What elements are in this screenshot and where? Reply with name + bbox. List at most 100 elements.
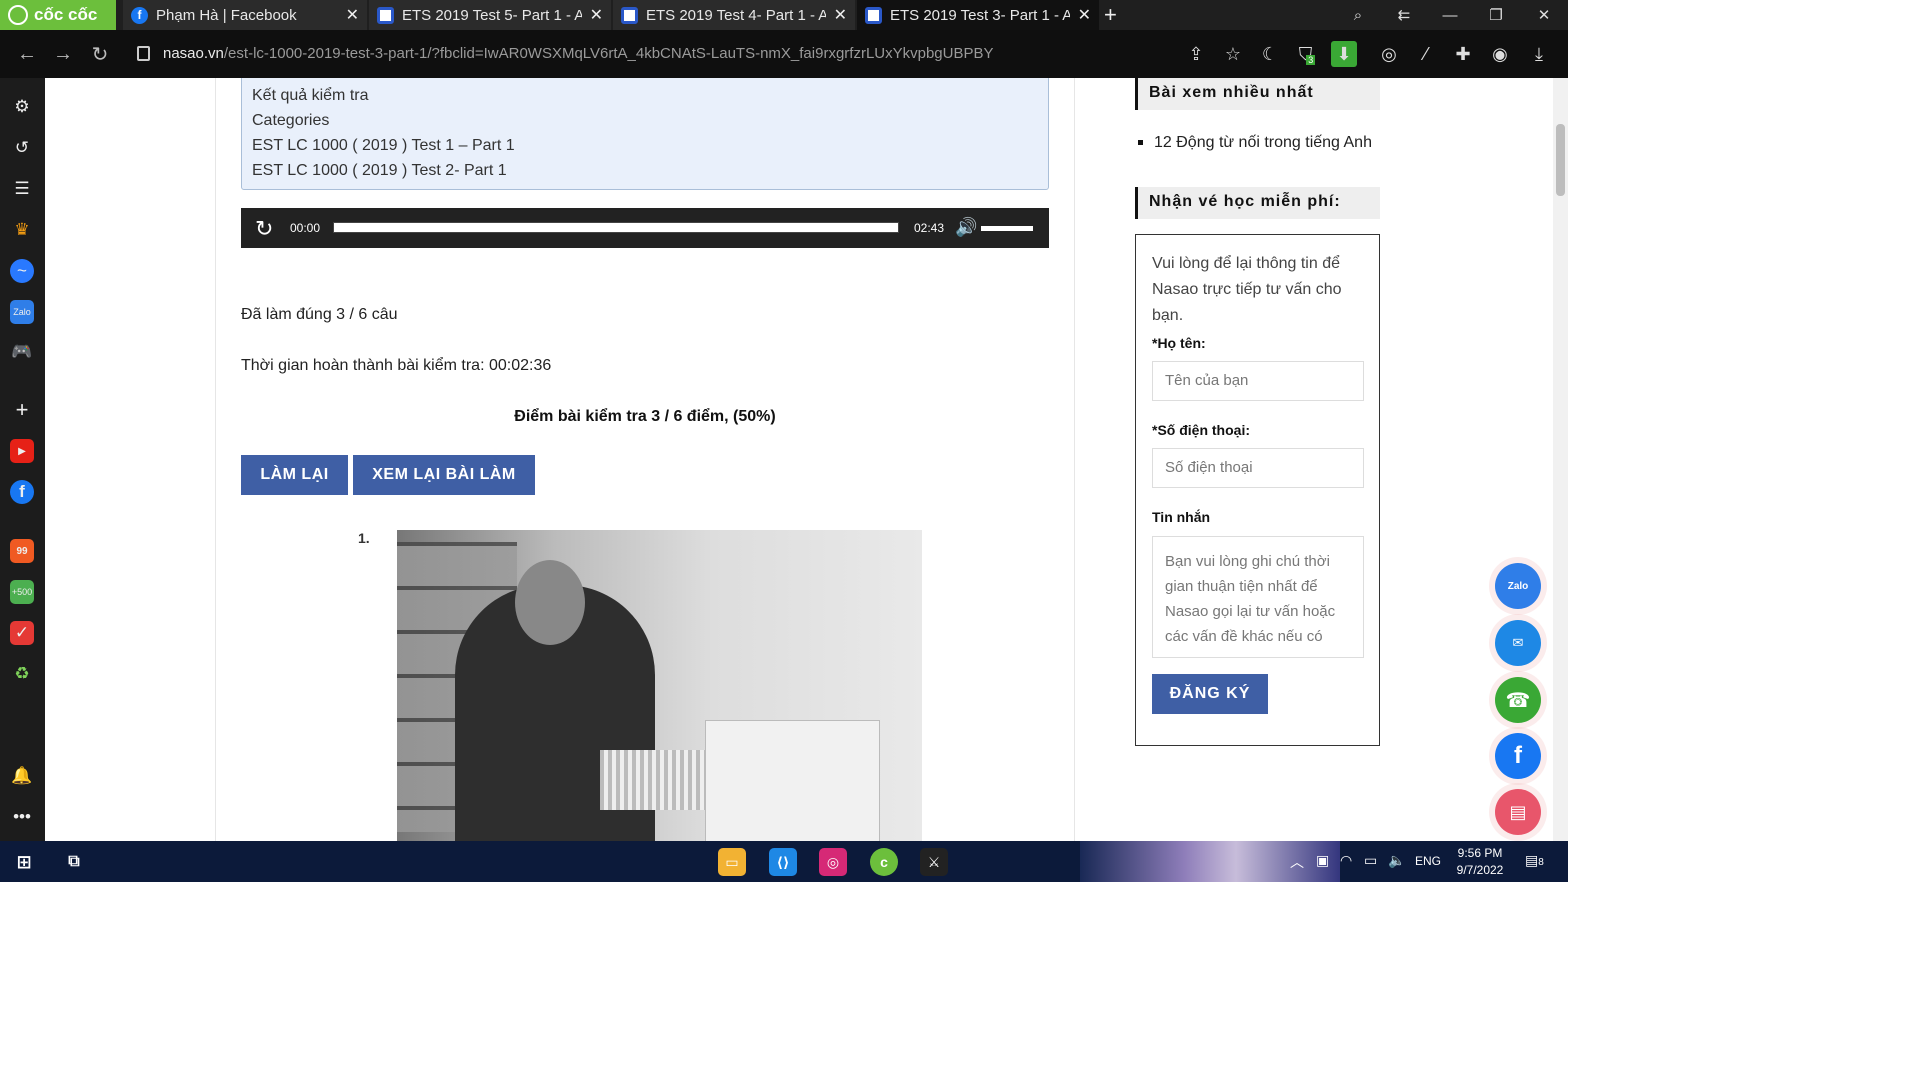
vscode-icon[interactable]: ⟨⟩ — [769, 848, 797, 876]
reload-icon[interactable]: ↻ — [86, 40, 114, 68]
popular-posts-title: Bài xem nhiều nhất — [1135, 78, 1380, 110]
volume-slider[interactable] — [981, 226, 1033, 231]
message-label: Tin nhắn — [1152, 509, 1211, 525]
content-border-right — [1074, 78, 1075, 841]
windows-taskbar: ⊞ ⧉ ▭ ⟨⟩ ◎ c ⚔ ︿ ▣ ◠ ▭ 🔈 ENG 9:56 PM 9/7… — [0, 841, 1568, 882]
coupon-icon[interactable]: +500 — [10, 580, 34, 604]
clock-time: 9:56 PM — [1457, 846, 1503, 860]
shopee-icon[interactable]: 99 — [10, 539, 34, 563]
zalo-icon[interactable]: Zalo — [10, 300, 34, 324]
name-label: *Họ tên: — [1152, 335, 1206, 351]
messenger-icon[interactable]: ~ — [10, 259, 34, 283]
tab-ets-test-3[interactable]: ETS 2019 Test 3- Part 1 - Anh ✕ — [857, 0, 1099, 30]
browser-toolbar: ← → ↻ nasao.vn/est-lc-1000-2019-test-3-p… — [0, 30, 1568, 78]
action-center-icon[interactable]: ▤8 — [1525, 852, 1544, 869]
minimize-icon[interactable]: — — [1430, 0, 1470, 30]
downloads-icon[interactable]: ⤓ — [1526, 41, 1552, 67]
file-explorer-icon[interactable]: ▭ — [718, 848, 746, 876]
register-button[interactable]: ĐĂNG KÝ — [1152, 674, 1268, 714]
battery-icon[interactable]: ▭ — [1364, 852, 1377, 869]
brand-label: cốc cốc — [34, 5, 98, 24]
phone-input[interactable]: Số điện thoại — [1152, 448, 1364, 488]
tab-search-icon[interactable]: ⌕ — [1338, 0, 1378, 30]
messenger-chat-icon[interactable]: ✉ — [1495, 620, 1541, 666]
language-indicator[interactable]: ENG — [1415, 854, 1441, 868]
lock-icon[interactable] — [137, 46, 150, 61]
notification-icon[interactable]: 🔔 — [10, 764, 34, 788]
register-card-icon[interactable]: ▤ — [1495, 789, 1541, 835]
zalo-chat-icon[interactable]: Zalo — [1495, 563, 1541, 609]
wifi-icon[interactable]: ◠ — [1340, 852, 1352, 869]
tab-facebook[interactable]: f Phạm Hà | Facebook ✕ — [123, 0, 367, 30]
history-icon[interactable]: ↺ — [10, 136, 34, 160]
add-icon[interactable]: + — [10, 397, 34, 422]
instagram-icon[interactable]: ◎ — [819, 848, 847, 876]
tab-ets-test-4[interactable]: ETS 2019 Test 4- Part 1 - Anh ✕ — [613, 0, 855, 30]
tray-chevron-icon[interactable]: ︿ — [1290, 852, 1304, 872]
review-button[interactable]: XEM LẠI BÀI LÀM — [353, 455, 535, 495]
reading-list-icon[interactable]: ☰ — [10, 177, 34, 201]
settings-icon[interactable]: ⚙ — [10, 95, 34, 119]
extension-badge: 3 — [1306, 55, 1316, 65]
task-view-icon[interactable]: ⧉ — [60, 848, 88, 876]
audio-progress-bar[interactable] — [333, 222, 899, 233]
forward-icon[interactable]: → — [49, 40, 77, 68]
back-icon[interactable]: ← — [13, 40, 41, 68]
speaker-icon[interactable]: 🔈 — [1388, 852, 1405, 869]
bookmark-star-icon[interactable]: ☆ — [1220, 41, 1246, 67]
contact-form: Vui lòng để lại thông tin để Nasao trực … — [1135, 234, 1380, 746]
free-ticket-title: Nhận vé học miễn phí: — [1135, 187, 1380, 219]
dark-mode-icon[interactable]: ☾ — [1257, 41, 1283, 67]
download-extension-icon[interactable]: ⬇ — [1331, 41, 1357, 67]
profile-icon[interactable]: ◉ — [1487, 41, 1513, 67]
categories-link[interactable]: EST LC 1000 ( 2019 ) Test 1 – Part 1 — [252, 133, 1038, 158]
adblock-icon[interactable]: ⛉ 3 — [1294, 41, 1320, 67]
retry-button[interactable]: LÀM LẠI — [241, 455, 348, 495]
extension-green-icon[interactable]: ⁄ — [1413, 41, 1439, 67]
garena-icon[interactable]: ⚔ — [920, 848, 948, 876]
close-tab-icon[interactable]: ✕ — [834, 5, 847, 25]
page-scrollbar[interactable] — [1553, 78, 1568, 841]
taskbar-clock[interactable]: 9:56 PM 9/7/2022 — [1446, 845, 1514, 879]
facebook-page-icon[interactable]: f — [1495, 733, 1541, 779]
categories-line[interactable]: Kết quả kiểm tra — [252, 83, 1038, 108]
game-icon[interactable]: 🎮 — [10, 340, 34, 364]
youtube-icon[interactable]: ▶ — [10, 439, 34, 463]
tray-device-icon[interactable]: ▣ — [1316, 852, 1329, 869]
file-drawer-shape — [600, 750, 710, 810]
score-line: Điểm bài kiểm tra 3 / 6 điểm, (50%) — [514, 408, 776, 425]
more-icon[interactable]: ••• — [10, 805, 34, 829]
categories-link[interactable]: EST LC 1000 ( 2019 ) Test 2- Part 1 — [252, 158, 1038, 183]
tab-label: ETS 2019 Test 5- Part 1 - Anh — [402, 6, 582, 24]
audio-player: ↻ 00:00 02:43 🔊 — [241, 208, 1049, 248]
sidebar-toggle-icon[interactable]: ⇇ — [1384, 0, 1424, 30]
extensions-puzzle-icon[interactable]: ✚ — [1450, 41, 1476, 67]
maximize-icon[interactable]: ❐ — [1476, 0, 1516, 30]
coccoc-taskbar-icon[interactable]: c — [870, 848, 898, 876]
popular-posts-list: 12 Động từ nối trong tiếng Anh — [1138, 134, 1372, 152]
share-icon[interactable]: ⇪ — [1183, 41, 1209, 67]
facebook-icon[interactable]: f — [10, 480, 34, 504]
name-input[interactable]: Tên của bạn — [1152, 361, 1364, 401]
popular-post-link[interactable]: 12 Động từ nối trong tiếng Anh — [1154, 134, 1372, 151]
message-textarea[interactable]: Bạn vui lòng ghi chú thời gian thuận tiệ… — [1152, 536, 1364, 658]
close-tab-icon[interactable]: ✕ — [590, 5, 603, 25]
close-tab-icon[interactable]: ✕ — [1078, 5, 1091, 25]
phone-call-icon[interactable]: ☎ — [1495, 677, 1541, 723]
question-photo: 1. — [355, 530, 925, 841]
close-tab-icon[interactable]: ✕ — [346, 5, 359, 25]
close-window-icon[interactable]: ✕ — [1524, 0, 1564, 30]
tab-label: ETS 2019 Test 3- Part 1 - Anh — [890, 6, 1070, 24]
todo-icon[interactable]: ✓ — [10, 621, 34, 645]
windows-start-icon[interactable]: ⊞ — [10, 848, 38, 876]
tab-ets-test-5[interactable]: ETS 2019 Test 5- Part 1 - Anh ✕ — [369, 0, 611, 30]
scrollbar-thumb[interactable] — [1556, 124, 1565, 196]
green-app-icon[interactable]: ♻ — [10, 662, 34, 686]
new-tab-button[interactable]: + — [1104, 2, 1117, 28]
replay-icon[interactable]: ↻ — [255, 216, 273, 242]
coccoc-menu-button[interactable]: cốc cốc — [0, 0, 116, 30]
crown-icon[interactable]: ♛ — [10, 218, 34, 242]
web-page: Kết quả kiểm tra Categories EST LC 1000 … — [45, 78, 1553, 841]
volume-icon[interactable]: 🔊 — [955, 217, 977, 238]
compass-icon[interactable]: ◎ — [1376, 41, 1402, 67]
